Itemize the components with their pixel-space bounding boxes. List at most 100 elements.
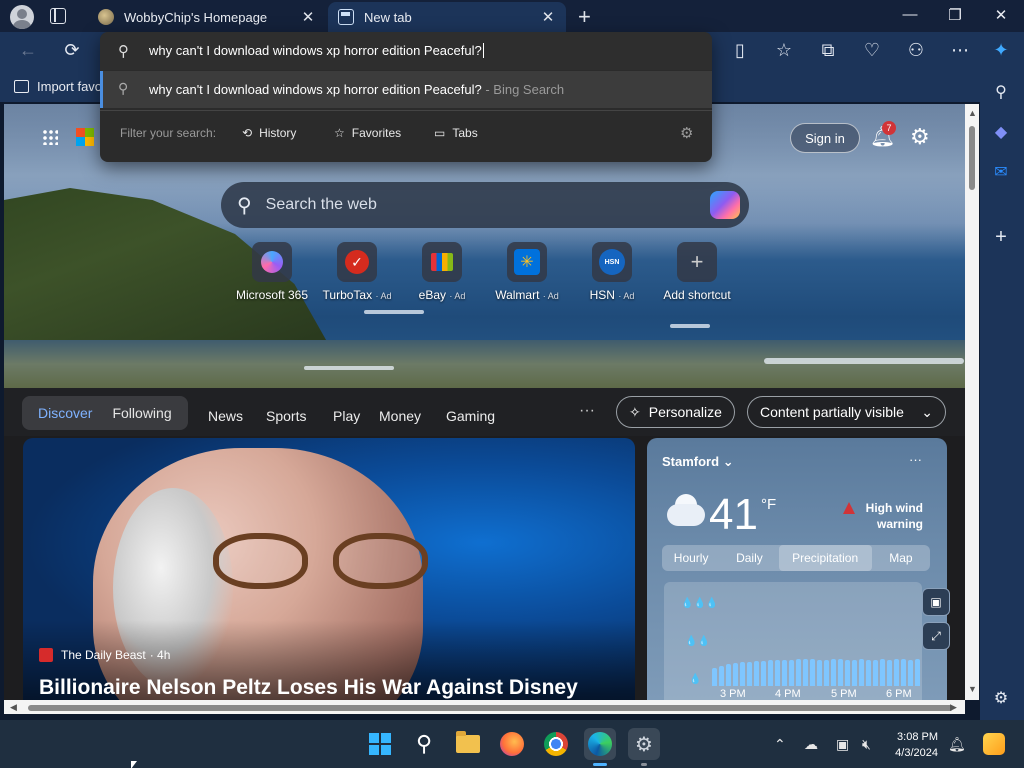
tab-hourly[interactable]: Hourly bbox=[662, 545, 720, 571]
walmart-spark-icon: ✳ bbox=[507, 242, 547, 282]
vertical-scroll-thumb[interactable] bbox=[969, 126, 975, 190]
chevron-down-icon: ⌄ bbox=[722, 454, 734, 469]
sidebar-outlook-icon[interactable]: ✉ bbox=[990, 162, 1012, 182]
collections-icon[interactable]: ⧉ bbox=[817, 40, 839, 61]
wave bbox=[670, 324, 710, 328]
edge-button[interactable] bbox=[584, 728, 616, 760]
scroll-down-arrow-icon[interactable]: ▼ bbox=[968, 684, 977, 694]
taskbar-clock[interactable]: 3:08 PM 4/3/2024 bbox=[892, 729, 938, 761]
sidebar-settings-icon[interactable]: ⚙ bbox=[990, 688, 1012, 708]
scroll-right-arrow-icon[interactable]: ▶ bbox=[950, 702, 957, 713]
shortcut-ebay[interactable]: eBay · Ad bbox=[399, 242, 485, 302]
network-icon[interactable]: ▣ bbox=[836, 736, 849, 753]
close-tab-icon[interactable]: ✕ bbox=[300, 8, 316, 26]
chrome-button[interactable] bbox=[540, 728, 572, 760]
profile-avatar[interactable] bbox=[10, 5, 34, 29]
filter-history[interactable]: ⟲ History bbox=[242, 126, 296, 140]
tab-sports[interactable]: Sports bbox=[266, 408, 306, 424]
firefox-button[interactable] bbox=[496, 728, 528, 760]
file-explorer-button[interactable] bbox=[452, 728, 484, 760]
minimize-button[interactable]: — bbox=[900, 6, 920, 23]
precipitation-bar bbox=[880, 659, 885, 686]
filter-history-label: History bbox=[259, 126, 297, 140]
address-input-text[interactable]: why can't I download windows xp horror e… bbox=[149, 43, 484, 58]
settings-button[interactable]: ⚙ bbox=[628, 728, 660, 760]
new-tab-button[interactable]: + bbox=[578, 4, 591, 30]
tab-map[interactable]: Map bbox=[872, 545, 930, 571]
windows-logo-icon bbox=[369, 733, 391, 755]
sidebar-add-icon[interactable]: + bbox=[990, 226, 1012, 249]
extensions-icon[interactable]: ⚇ bbox=[905, 40, 927, 61]
expand-icon[interactable]: ⤢ bbox=[922, 622, 950, 650]
import-favorites-button[interactable]: Import favo bbox=[14, 79, 102, 94]
wave bbox=[304, 366, 394, 370]
close-window-button[interactable]: ✕ bbox=[991, 6, 1011, 24]
more-icon[interactable]: ⋯ bbox=[949, 40, 971, 61]
copilot-icon[interactable]: ✦ bbox=[990, 40, 1012, 61]
image-view-icon[interactable]: ▣ bbox=[922, 588, 950, 616]
weather-alert[interactable]: High wind warning bbox=[843, 500, 923, 532]
microsoft-logo[interactable] bbox=[76, 128, 94, 146]
news-card[interactable]: The Daily Beast · 4h Billionaire Nelson … bbox=[23, 438, 635, 700]
notification-center-bell-icon[interactable]: 🔔︎ bbox=[948, 736, 966, 753]
page-settings-gear-icon[interactable]: ⚙ bbox=[910, 124, 930, 150]
refresh-icon[interactable]: ⟳ bbox=[61, 40, 83, 61]
split-screen-icon[interactable]: ▯ bbox=[729, 40, 751, 61]
scroll-up-arrow-icon[interactable]: ▲ bbox=[968, 108, 977, 118]
more-topics-button[interactable]: ··· bbox=[579, 402, 595, 420]
web-search-box[interactable]: ⚲ Search the web bbox=[221, 182, 749, 228]
sidebar-copilot-icon[interactable]: ◆ bbox=[990, 122, 1012, 142]
copilot-taskbar-button[interactable] bbox=[978, 728, 1010, 760]
start-button[interactable] bbox=[364, 728, 396, 760]
taskbar-search-icon[interactable]: ⚲ bbox=[408, 728, 440, 760]
filter-tabs[interactable]: ▭ Tabs bbox=[434, 126, 478, 140]
folder-icon bbox=[456, 731, 480, 753]
tab-money[interactable]: Money bbox=[379, 408, 421, 424]
suggestion-text[interactable]: why can't I download windows xp horror e… bbox=[149, 82, 564, 97]
personalize-button[interactable]: ✧ Personalize bbox=[616, 396, 735, 428]
back-icon[interactable]: ← bbox=[17, 40, 39, 61]
tab-daily[interactable]: Daily bbox=[720, 545, 778, 571]
health-icon[interactable]: ♡ bbox=[861, 40, 883, 61]
close-tab-icon[interactable]: ✕ bbox=[540, 8, 556, 26]
chrome-icon bbox=[544, 732, 568, 756]
news-headline[interactable]: Billionaire Nelson Peltz Loses His War A… bbox=[39, 676, 578, 700]
filter-favorites-label: Favorites bbox=[351, 126, 402, 140]
volume-muted-icon[interactable]: 🔇︎ bbox=[862, 736, 871, 753]
vertical-scrollbar[interactable] bbox=[965, 104, 979, 700]
add-shortcut-button[interactable]: + Add shortcut bbox=[654, 242, 740, 302]
tab-gaming[interactable]: Gaming bbox=[446, 408, 495, 424]
tab-play[interactable]: Play bbox=[333, 408, 360, 424]
tab-precipitation[interactable]: Precipitation bbox=[778, 545, 872, 571]
copilot-search-icon[interactable] bbox=[710, 191, 740, 219]
horizontal-scroll-thumb[interactable] bbox=[28, 705, 953, 711]
tab-following[interactable]: Following bbox=[102, 405, 181, 421]
shortcut-turbotax[interactable]: ✓ TurboTax · Ad bbox=[314, 242, 400, 302]
restore-button[interactable]: ❐ bbox=[945, 6, 965, 24]
search-settings-gear-icon[interactable]: ⚙ bbox=[680, 124, 693, 142]
text-caret bbox=[482, 43, 484, 58]
content-visibility-dropdown[interactable]: Content partially visible ⌄ bbox=[747, 396, 946, 428]
filter-favorites[interactable]: ☆ Favorites bbox=[334, 126, 401, 140]
tab-new-tab[interactable]: New tab ✕ bbox=[328, 2, 566, 32]
tab-wobbychip-homepage[interactable]: WobbyChip's Homepage ✕ bbox=[88, 2, 326, 32]
tab-news[interactable]: News bbox=[208, 408, 243, 424]
sign-in-button[interactable]: Sign in bbox=[790, 123, 860, 153]
show-hidden-icons-chevron-icon[interactable]: ⌃ bbox=[774, 736, 786, 753]
favorites-icon[interactable]: ☆ bbox=[773, 40, 795, 61]
precipitation-bar bbox=[873, 660, 878, 686]
weather-location[interactable]: Stamford ⌄ bbox=[662, 454, 734, 470]
tab-label: New tab bbox=[364, 9, 412, 25]
onedrive-offline-icon[interactable]: ☁ bbox=[804, 736, 818, 753]
app-launcher-icon[interactable] bbox=[42, 129, 58, 145]
weather-more-icon[interactable]: ··· bbox=[909, 452, 922, 467]
weather-card[interactable]: Stamford ⌄ ··· 41 °F High wind warning H… bbox=[647, 438, 947, 700]
shortcut-walmart[interactable]: ✳ Walmart · Ad bbox=[484, 242, 570, 302]
scroll-left-arrow-icon[interactable]: ◀ bbox=[10, 702, 17, 713]
sidebar-search-icon[interactable]: ⚲ bbox=[990, 82, 1012, 102]
shortcut-microsoft-365[interactable]: Microsoft 365 bbox=[229, 242, 315, 302]
shortcut-hsn[interactable]: HSN HSN · Ad bbox=[569, 242, 655, 302]
tab-discover[interactable]: Discover bbox=[28, 405, 102, 421]
precipitation-bar bbox=[908, 660, 913, 686]
tab-actions-icon[interactable] bbox=[50, 8, 66, 24]
